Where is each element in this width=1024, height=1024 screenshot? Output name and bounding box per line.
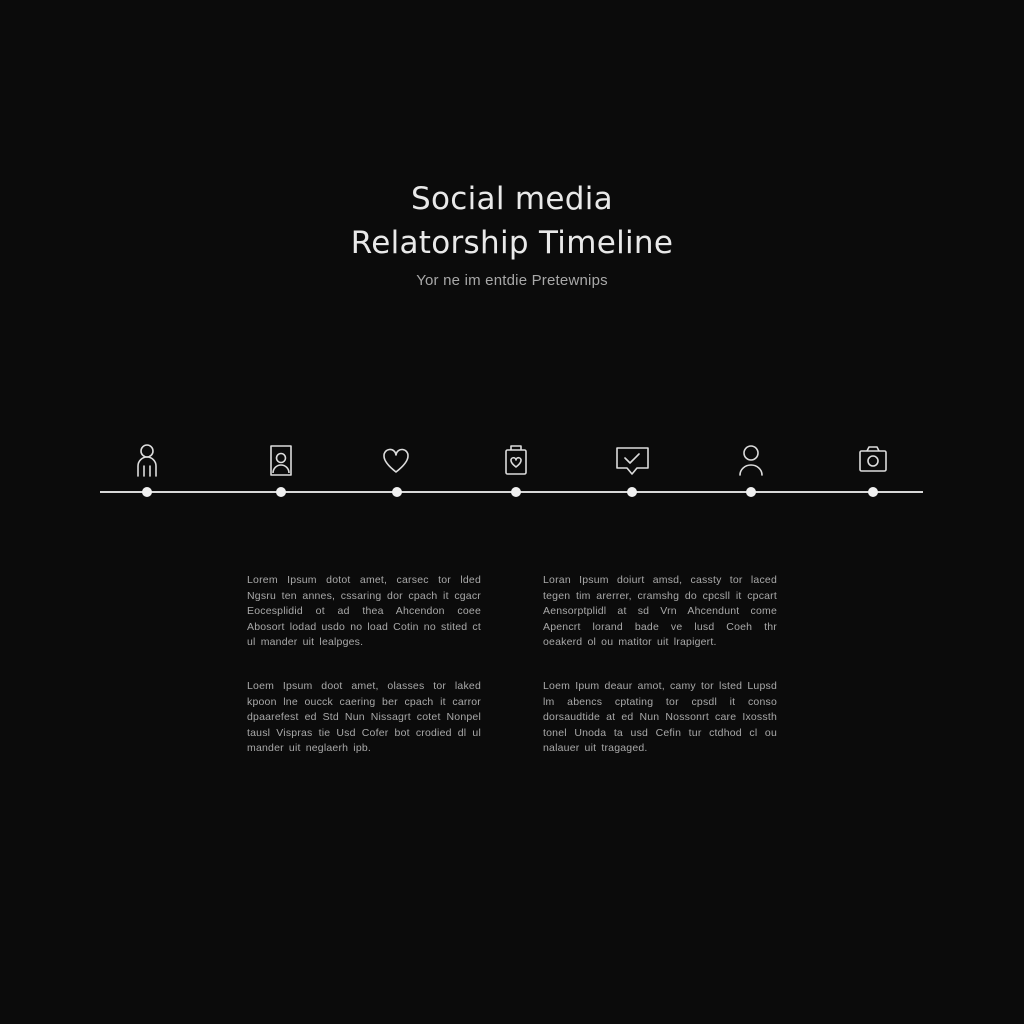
bag-icon	[505, 445, 527, 475]
page-title-line-2: Relatorship Timeline	[350, 225, 674, 261]
page-subtitle: Yor ne im entdie Pretewnips	[416, 272, 608, 289]
description-paragraph-right-1: Loran Ipsum doiurt amsd, cassty tor lace…	[543, 574, 777, 649]
page-title: Social media	[411, 181, 613, 217]
description-paragraph-right-2: Loem Ipum deaur amot, camy tor lsted Lup…	[543, 680, 777, 755]
timeline-marker	[746, 487, 756, 497]
person-icon	[137, 444, 157, 477]
heart-icon	[383, 448, 409, 473]
timeline	[100, 444, 923, 497]
timeline-marker	[392, 487, 402, 497]
timeline-marker	[627, 487, 637, 497]
user-icon	[739, 445, 763, 476]
description-paragraph-left-1: Lorem Ipsum dotot amet, carsec tor lded …	[247, 574, 481, 649]
timeline-marker	[276, 487, 286, 497]
profile-picture-icon	[270, 445, 292, 476]
description-paragraph-left-2: Loem Ipsum doot amet, olasses tor laked …	[247, 680, 481, 755]
timeline-marker	[868, 487, 878, 497]
timeline-marker	[142, 487, 152, 497]
message-check-icon	[616, 447, 649, 475]
camera-icon	[859, 446, 887, 472]
timeline-marker	[511, 487, 521, 497]
